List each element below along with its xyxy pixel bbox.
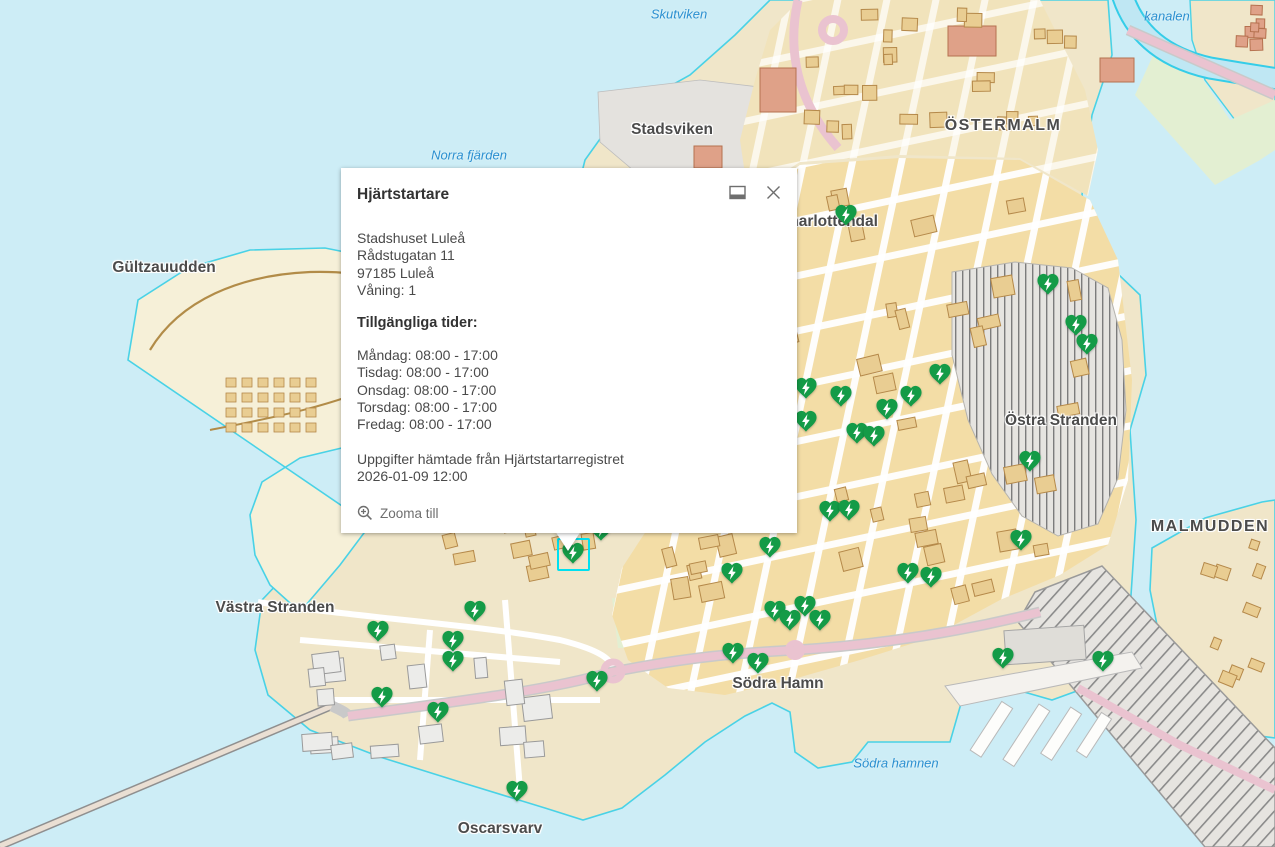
aed-marker[interactable] bbox=[365, 618, 391, 644]
aed-marker[interactable] bbox=[990, 645, 1016, 671]
popup-hours: Måndag: 08:00 - 17:00Tisdag: 08:00 - 17:… bbox=[357, 347, 777, 433]
aed-marker[interactable] bbox=[807, 607, 833, 633]
popup-text-line: Rådstugatan 11 bbox=[357, 247, 777, 264]
popup-text-line: Måndag: 08:00 - 17:00 bbox=[357, 347, 777, 364]
popup-text-line: Uppgifter hämtade från Hjärtstartarregis… bbox=[357, 451, 777, 468]
aed-marker[interactable] bbox=[836, 497, 862, 523]
popup-title: Hjärtstartare bbox=[357, 186, 777, 204]
map-application: SkutvikenkanalenNorra fjärdenSödra hamne… bbox=[0, 0, 1275, 847]
popup-source: Uppgifter hämtade från Hjärtstartarregis… bbox=[357, 451, 777, 486]
aed-marker[interactable] bbox=[440, 648, 466, 674]
aed-marker[interactable] bbox=[462, 598, 488, 624]
popup-text-line: Våning: 1 bbox=[357, 282, 777, 299]
popup-hours-heading: Tillgängliga tider: bbox=[357, 315, 777, 331]
zoom-to-label: Zooma till bbox=[380, 506, 439, 521]
dock-icon[interactable] bbox=[727, 182, 747, 202]
aed-marker[interactable] bbox=[504, 778, 530, 804]
popup-text-line: Stadshuset Luleå bbox=[357, 230, 777, 247]
aed-marker[interactable] bbox=[927, 361, 953, 387]
aed-marker[interactable] bbox=[861, 423, 887, 449]
aed-marker[interactable] bbox=[918, 564, 944, 590]
aed-marker[interactable] bbox=[1090, 648, 1116, 674]
aed-marker[interactable] bbox=[425, 699, 451, 725]
aed-marker[interactable] bbox=[1008, 527, 1034, 553]
aed-marker[interactable] bbox=[1074, 331, 1100, 357]
popup-text-line: 97185 Luleå bbox=[357, 265, 777, 282]
feature-popup: Hjärtstartare Stadshuset LuleåRådstugata… bbox=[341, 168, 797, 533]
aed-marker[interactable] bbox=[777, 607, 803, 633]
popup-text-line: Tisdag: 08:00 - 17:00 bbox=[357, 364, 777, 381]
popup-address: Stadshuset LuleåRådstugatan 1197185 Lule… bbox=[357, 230, 777, 299]
aed-marker[interactable] bbox=[584, 668, 610, 694]
aed-marker[interactable] bbox=[369, 684, 395, 710]
popup-text-line: 2026-01-09 12:00 bbox=[357, 468, 777, 485]
popup-text-line: Fredag: 08:00 - 17:00 bbox=[357, 416, 777, 433]
aed-marker[interactable] bbox=[1017, 448, 1043, 474]
popup-text-line: Torsdag: 08:00 - 17:00 bbox=[357, 399, 777, 416]
aed-marker[interactable] bbox=[833, 202, 859, 228]
aed-marker[interactable] bbox=[828, 383, 854, 409]
close-icon[interactable] bbox=[763, 182, 783, 202]
popup-text-line: Onsdag: 08:00 - 17:00 bbox=[357, 382, 777, 399]
popup-actions bbox=[727, 182, 783, 202]
aed-marker[interactable] bbox=[745, 650, 771, 676]
zoom-to-button[interactable]: Zooma till bbox=[357, 505, 777, 521]
aed-marker[interactable] bbox=[1035, 271, 1061, 297]
aed-marker[interactable] bbox=[720, 640, 746, 666]
aed-marker[interactable] bbox=[719, 560, 745, 586]
magnifier-plus-icon bbox=[357, 505, 373, 521]
aed-marker[interactable] bbox=[898, 383, 924, 409]
aed-marker[interactable] bbox=[874, 396, 900, 422]
aed-marker[interactable] bbox=[757, 534, 783, 560]
popup-pointer bbox=[555, 531, 581, 551]
